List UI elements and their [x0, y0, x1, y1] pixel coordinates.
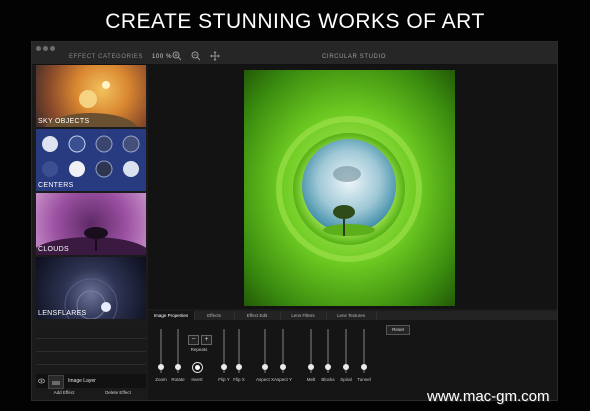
canvas-area[interactable] — [148, 65, 557, 309]
repeats-minus-button[interactable]: − — [188, 335, 199, 345]
layer-name: Image Layer — [68, 378, 96, 384]
repeats-plus-button[interactable]: + — [201, 335, 212, 345]
category-sky-objects[interactable]: SKY OBJECTS — [36, 65, 146, 127]
category-label: CENTERS — [38, 182, 74, 189]
watermark: www.mac-gm.com — [427, 388, 550, 405]
tunnel-label: Tunnel — [357, 377, 371, 382]
tab-lens-filters[interactable]: Lens Filters — [280, 311, 327, 320]
layer-slot — [36, 326, 146, 339]
layer-thumbnail — [48, 375, 64, 389]
eye-icon[interactable] — [38, 378, 45, 384]
slider-knob[interactable] — [343, 364, 349, 370]
layers-panel: Image Layer Add Effect Delete Effect — [36, 326, 146, 398]
aspect-y-label: Aspect Y — [274, 377, 292, 382]
invert-label: Invert — [191, 377, 203, 382]
layer-slot — [36, 339, 146, 352]
slider-knob[interactable] — [236, 364, 242, 370]
invert-toggle[interactable] — [192, 362, 203, 373]
tab-effects[interactable]: Effects — [194, 311, 235, 320]
melt-slider[interactable] — [308, 329, 314, 373]
title-bar: EFFECT CATEGORIES 100 % CIRCULAR STUDIO — [32, 42, 557, 65]
minimize-window-button[interactable] — [43, 46, 48, 51]
zoom-in-icon[interactable] — [172, 51, 182, 61]
invert-toggle-dot — [195, 365, 200, 370]
aspect-y-slider[interactable] — [280, 329, 286, 373]
tab-image-properties[interactable]: Image Properties — [148, 311, 195, 320]
tiny-planet-artwork — [244, 70, 455, 306]
headline: CREATE STUNNING WORKS OF ART — [105, 10, 485, 33]
close-window-button[interactable] — [36, 46, 41, 51]
tab-effect-edit[interactable]: Effect Edit — [234, 311, 281, 320]
artwork-image — [244, 70, 455, 306]
slider-knob[interactable] — [175, 364, 181, 370]
flip-y-slider[interactable] — [221, 329, 227, 373]
slider-knob[interactable] — [158, 364, 164, 370]
repeats-label: Repeats — [190, 347, 208, 352]
category-label: CLOUDS — [38, 246, 69, 253]
flip-x-label: Flip X — [233, 377, 245, 382]
aspect-x-slider[interactable] — [262, 329, 268, 373]
delete-effect-button[interactable]: Delete Effect — [92, 389, 144, 397]
tunnel-slider[interactable] — [361, 329, 367, 373]
category-label: SKY OBJECTS — [38, 118, 90, 125]
layer-slot — [36, 352, 146, 365]
slider-knob[interactable] — [361, 364, 367, 370]
property-tabs: Image Properties Effects Effect Edit Len… — [148, 311, 557, 320]
slider-knob[interactable] — [325, 364, 331, 370]
add-effect-button[interactable]: Add Effect — [38, 389, 90, 397]
rotate-slider[interactable] — [175, 329, 181, 373]
flip-x-slider[interactable] — [236, 329, 242, 373]
layer-item-image[interactable]: Image Layer — [36, 374, 146, 389]
app-window: EFFECT CATEGORIES 100 % CIRCULAR STUDIO … — [31, 41, 558, 401]
reset-button[interactable]: Reset — [386, 325, 410, 335]
move-icon[interactable] — [210, 51, 220, 61]
sidebar-header: EFFECT CATEGORIES — [69, 54, 143, 60]
category-label: LENSFLARES — [38, 310, 87, 317]
category-clouds[interactable]: CLOUDS — [36, 193, 146, 255]
slider-knob[interactable] — [280, 364, 286, 370]
zoom-slider[interactable] — [158, 329, 164, 373]
slider-knob[interactable] — [221, 364, 227, 370]
slider-knob[interactable] — [262, 364, 268, 370]
tab-lens-textures[interactable]: Lens Textures — [326, 311, 377, 320]
blocks-slider[interactable] — [325, 329, 331, 373]
slider-knob[interactable] — [308, 364, 314, 370]
zoom-out-icon[interactable] — [191, 51, 201, 61]
layer-thumbnail-shape — [52, 381, 60, 385]
window-title: CIRCULAR STUDIO — [322, 54, 387, 60]
category-centers[interactable]: CENTERS — [36, 129, 146, 191]
category-lensflares[interactable]: LENSFLARES — [36, 257, 146, 319]
spiral-slider[interactable] — [343, 329, 349, 373]
zoom-window-button[interactable] — [50, 46, 55, 51]
zoom-level: 100 % — [152, 54, 173, 60]
category-sidebar: SKY OBJECTS CENTERS CLOUDS LENSFLARES — [36, 65, 146, 321]
